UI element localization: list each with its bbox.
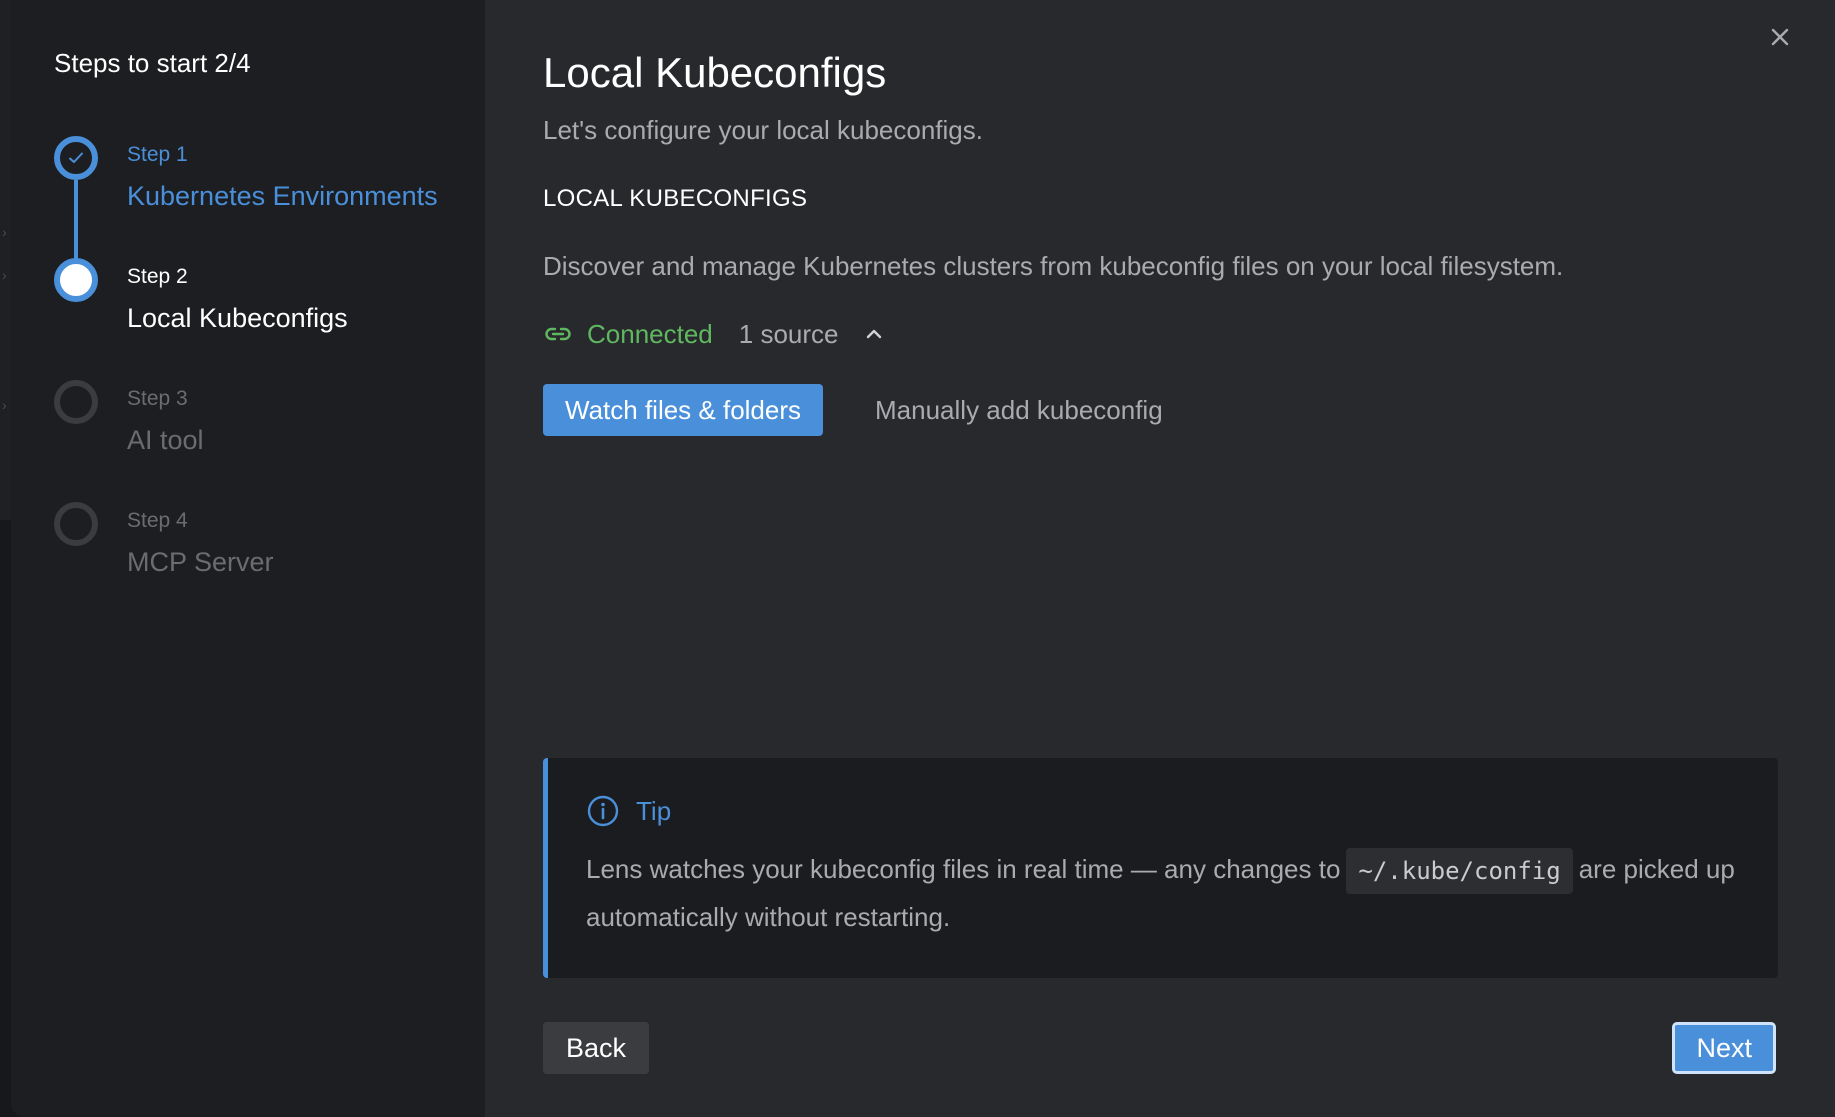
step-current-indicator — [54, 258, 98, 302]
step-item-4[interactable]: Step 4 MCP Server — [54, 492, 485, 614]
chevron-right-icon: › — [2, 267, 7, 283]
step-label: AI tool — [127, 425, 204, 455]
step-item-2[interactable]: Step 2 Local Kubeconfigs — [54, 248, 485, 370]
chevron-right-icon: › — [2, 397, 7, 413]
sidebar-title: Steps to start 2/4 — [54, 48, 251, 78]
tip-text-before: Lens watches your kubeconfig files in re… — [586, 854, 1341, 884]
step-label: MCP Server — [127, 547, 274, 577]
chevron-up-icon[interactable] — [863, 323, 885, 345]
step-number: Step 1 — [127, 143, 188, 166]
manual-add-kubeconfig-button[interactable]: Manually add kubeconfig — [853, 384, 1185, 436]
next-button[interactable]: Next — [1672, 1022, 1776, 1074]
info-icon — [587, 795, 619, 827]
step-content: Local Kubeconfigs Let's configure your l… — [485, 0, 1835, 1117]
step-item-3[interactable]: Step 3 AI tool — [54, 370, 485, 492]
dialog-footer: Back Next — [543, 1022, 1776, 1074]
step-number: Step 2 — [127, 265, 188, 288]
close-icon — [1771, 28, 1789, 46]
onboarding-dialog: Steps to start 2/4 Step 1 Kubernetes Env… — [11, 0, 1835, 1117]
check-icon — [69, 152, 83, 163]
step-pending-indicator — [54, 502, 98, 546]
source-count: 1 source — [738, 319, 839, 349]
watch-files-button[interactable]: Watch files & folders — [543, 384, 824, 436]
tip-callout: Tip Lens watches your kubeconfig files i… — [543, 758, 1778, 978]
step-number: Step 4 — [127, 509, 188, 532]
step-item-1[interactable]: Step 1 Kubernetes Environments — [54, 126, 485, 248]
steps-sidebar: Steps to start 2/4 Step 1 Kubernetes Env… — [11, 0, 485, 1117]
status-label: Connected — [587, 319, 713, 349]
step-number: Step 3 — [127, 387, 188, 410]
step-label: Kubernetes Environments — [127, 181, 438, 211]
kubeconfig-path-code: ~/.kube/config — [1346, 848, 1573, 895]
tip-header: Tip — [586, 794, 1738, 828]
steps-list: Step 1 Kubernetes Environments Step 2 Lo… — [54, 126, 485, 614]
section-title: LOCAL KUBECONFIGS — [543, 185, 808, 212]
back-button[interactable]: Back — [543, 1022, 650, 1074]
step-complete-indicator — [54, 136, 98, 180]
section-description: Discover and manage Kubernetes clusters … — [543, 251, 1564, 281]
chevron-right-icon: › — [2, 224, 7, 240]
tip-text: Lens watches your kubeconfig files in re… — [586, 846, 1738, 940]
tip-title: Tip — [636, 796, 672, 826]
close-button[interactable] — [1765, 22, 1795, 52]
step-pending-indicator — [54, 380, 98, 424]
step-label: Local Kubeconfigs — [127, 303, 348, 333]
link-icon — [545, 327, 571, 341]
page-subtitle: Let's configure your local kubeconfigs. — [543, 115, 983, 145]
connection-status: Connected 1 source — [543, 317, 1835, 351]
page-title: Local Kubeconfigs — [543, 49, 887, 96]
source-actions: Watch files & folders Manually add kubec… — [543, 384, 1835, 436]
